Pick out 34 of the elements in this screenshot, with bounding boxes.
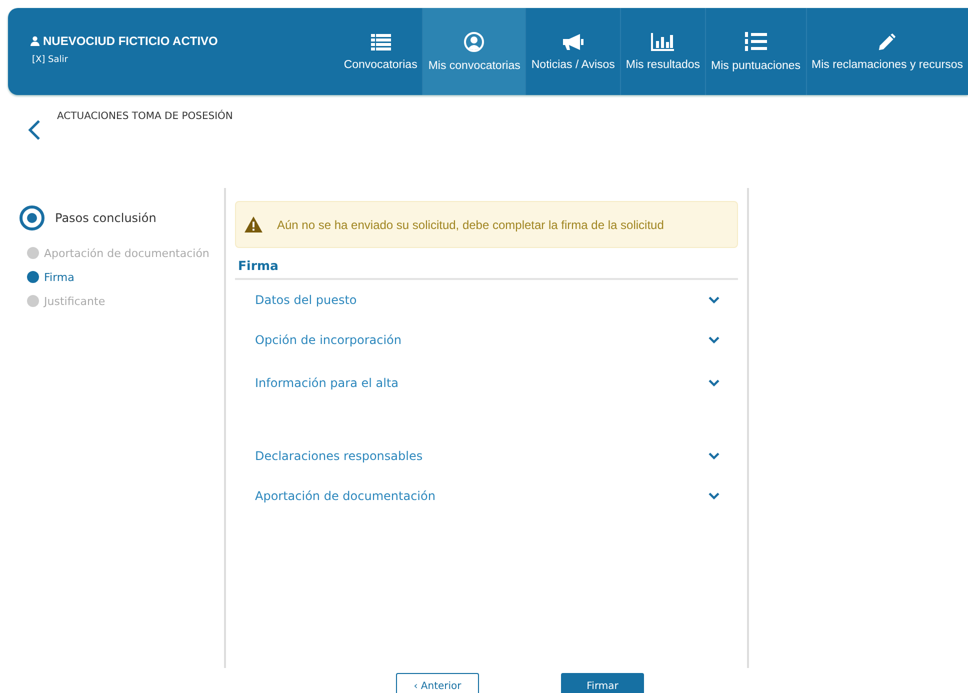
nav-tab[interactable]: Mis puntuaciones — [705, 8, 806, 95]
section-heading: Firma — [235, 248, 738, 280]
chevron-icon[interactable] — [708, 379, 720, 387]
chevron-icon[interactable] — [708, 452, 720, 460]
list-icon — [370, 32, 391, 50]
steps-title: Pasos conclusión — [55, 211, 156, 225]
accordion-title[interactable]: Información para el alta — [255, 376, 399, 390]
radio-target-icon — [19, 205, 45, 231]
chevron-icon[interactable] — [708, 336, 720, 344]
user-name: NUEVOCIUD FICTICIO ACTIVO — [43, 34, 218, 48]
nav-tab[interactable]: Mis resultados — [620, 8, 706, 95]
chevron-icon[interactable] — [708, 296, 720, 304]
nav-tab[interactable]: Noticias / Avisos — [525, 8, 620, 95]
sign-button[interactable]: Firmar — [561, 673, 644, 693]
megaphone-icon — [562, 32, 584, 50]
user-circle-icon — [464, 32, 484, 52]
accordion-title[interactable]: Declaraciones responsables — [255, 449, 423, 463]
chevron-icon[interactable] — [708, 492, 720, 500]
step-label[interactable]: Firma — [44, 270, 74, 284]
pencil-icon — [878, 32, 896, 50]
bar-chart-icon — [650, 32, 675, 50]
user-icon — [30, 36, 40, 46]
page-title: ACTUACIONES TOMA DE POSESIÓN — [57, 111, 233, 122]
previous-button[interactable]: ‹ Anterior — [396, 673, 479, 693]
accordion-title[interactable]: Datos del puesto — [255, 293, 357, 307]
nav-tab[interactable]: Mis convocatorias — [422, 8, 526, 95]
logout-link[interactable]: [X] Salir — [32, 55, 218, 65]
nav-tab[interactable]: Mis reclamaciones y recursos — [806, 8, 968, 95]
warning-icon — [244, 216, 263, 233]
nav-tab[interactable]: Convocatorias — [338, 8, 422, 95]
accordion-title[interactable]: Aportación de documentación — [255, 489, 436, 503]
accordion-title[interactable]: Opción de incorporación — [255, 333, 402, 347]
numbered-list-icon — [744, 32, 767, 52]
alert-message: Aún no se ha enviado su solicitud, debe completar la firma de la solicitud — [277, 218, 664, 232]
